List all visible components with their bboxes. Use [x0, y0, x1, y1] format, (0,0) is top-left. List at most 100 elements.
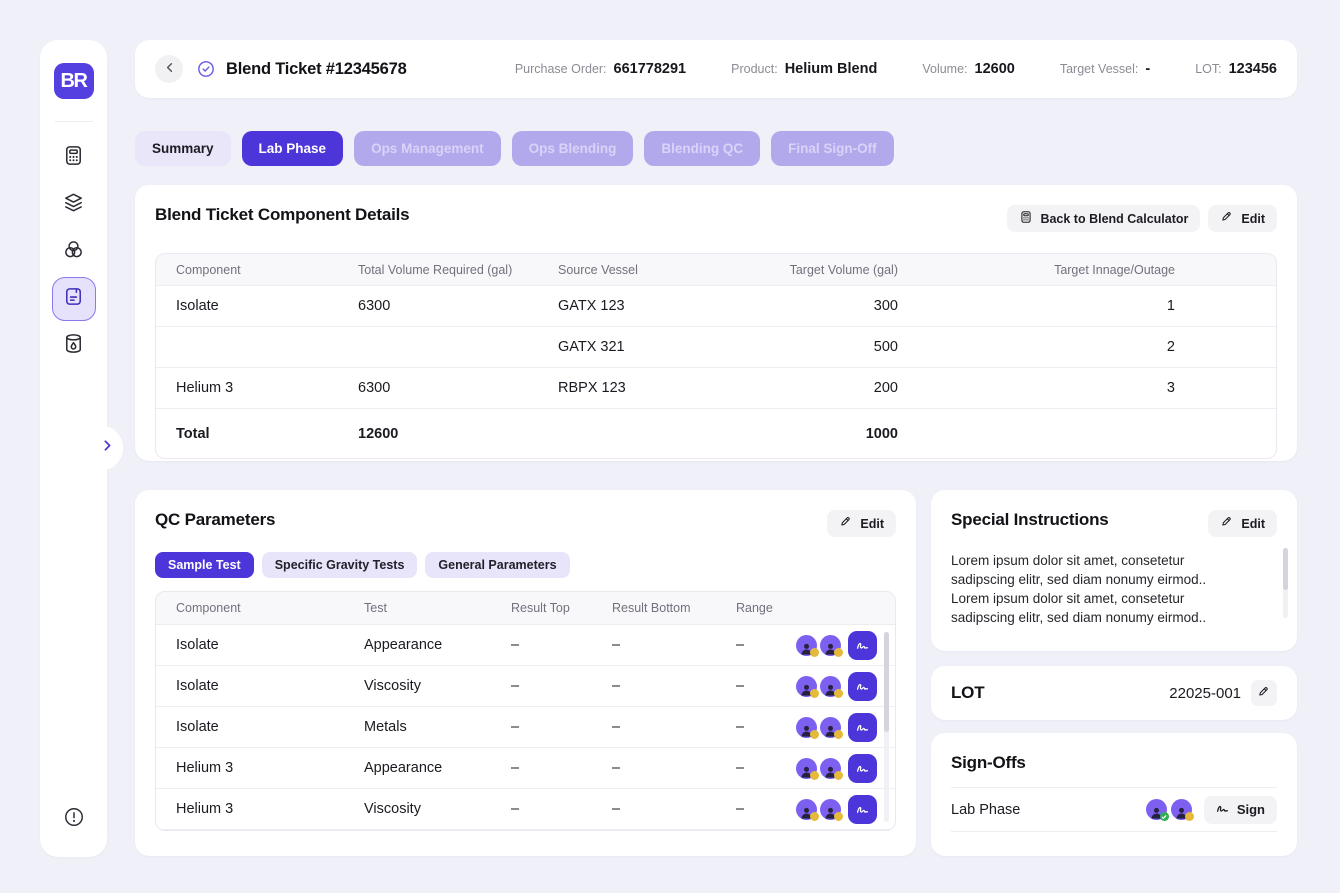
pending-badge	[834, 812, 843, 821]
avatar	[796, 635, 817, 656]
back-button[interactable]	[155, 55, 183, 83]
tab-summary[interactable]: Summary	[135, 131, 231, 166]
component-details-table: Component Total Volume Required (gal) So…	[155, 253, 1277, 459]
sign-button[interactable]	[848, 672, 877, 701]
avatar	[796, 717, 817, 738]
table-row: Helium 3 Viscosity – – –	[156, 789, 895, 830]
avatar	[796, 799, 817, 820]
qc-tab-general-parameters[interactable]: General Parameters	[425, 552, 569, 578]
table-row: Isolate Metals – – –	[156, 707, 895, 748]
special-instructions-title: Special Instructions	[951, 510, 1109, 530]
edit-pencil-icon	[1220, 210, 1234, 227]
sign-button[interactable]	[848, 713, 877, 742]
sidebar-expand-button[interactable]	[83, 426, 123, 470]
chevron-right-icon	[90, 437, 116, 459]
table-row: Helium 3 6300 RBPX 123 200 3	[156, 368, 1276, 409]
pending-badge	[810, 812, 819, 821]
table-header-row: Component Test Result Top Result Bottom …	[156, 592, 895, 625]
table-row: Isolate Appearance – – –	[156, 625, 895, 666]
avatar	[820, 799, 841, 820]
scrollbar-thumb[interactable]	[884, 632, 889, 732]
component-details-title: Blend Ticket Component Details	[155, 205, 409, 225]
avatar	[1171, 799, 1192, 820]
avatar	[1146, 799, 1167, 820]
tab-blending-qc: Blending QC	[644, 131, 760, 166]
tab-final-sign-off: Final Sign-Off	[771, 131, 894, 166]
signature-icon	[856, 802, 870, 816]
special-instructions-scrollbar[interactable]	[1283, 548, 1288, 618]
qc-edit-button[interactable]: Edit	[827, 510, 896, 537]
sidebar-item-tank[interactable]	[62, 334, 86, 358]
meta-purchase-order: Purchase Order: 661778291	[515, 61, 686, 77]
component-details-card: Blend Ticket Component Details Back to B…	[135, 185, 1297, 461]
meta-product: Product: Helium Blend	[731, 61, 877, 77]
pending-badge	[834, 730, 843, 739]
sidebar: BR	[40, 40, 107, 857]
tab-lab-phase[interactable]: Lab Phase	[242, 131, 344, 166]
avatar	[820, 758, 841, 779]
sign-button[interactable]	[848, 795, 877, 824]
alert-circle-icon	[63, 815, 85, 832]
pending-badge	[1185, 812, 1194, 821]
chevron-left-icon	[162, 60, 177, 78]
lab-phase-sign-button[interactable]: Sign	[1204, 796, 1277, 824]
pending-badge	[810, 689, 819, 698]
signature-icon	[1216, 801, 1230, 818]
signature-icon	[856, 720, 870, 734]
calculator-icon	[1019, 210, 1033, 227]
edit-pencil-icon	[1220, 515, 1234, 532]
sign-off-phase-label: Lab Phase	[951, 802, 1020, 818]
qc-test-tabs: Sample Test Specific Gravity Tests Gener…	[155, 552, 896, 578]
app-logo: BR	[54, 63, 94, 99]
sidebar-item-alerts[interactable]	[63, 806, 85, 833]
back-to-blend-calculator-button[interactable]: Back to Blend Calculator	[1007, 205, 1200, 232]
avatar	[820, 717, 841, 738]
table-row: Isolate Viscosity – – –	[156, 666, 895, 707]
lot-edit-button[interactable]	[1251, 680, 1277, 706]
sidebar-item-blends[interactable]	[62, 240, 86, 264]
pending-badge	[834, 648, 843, 657]
sign-button[interactable]	[848, 754, 877, 783]
tab-ops-management: Ops Management	[354, 131, 501, 166]
sidebar-nav	[52, 146, 96, 358]
sign-off-row: Lab Phase Sign	[951, 787, 1277, 832]
ticket-meta: Purchase Order: 661778291 Product: Heliu…	[515, 61, 1277, 77]
special-instructions-card: Special Instructions Edit Lorem ipsum do…	[931, 490, 1297, 651]
meta-lot: LOT: 123456	[1195, 61, 1277, 77]
special-instructions-text: Lorem ipsum dolor sit amet, consetetur s…	[951, 551, 1266, 627]
meta-volume: Volume: 12600	[922, 61, 1015, 77]
avatar	[796, 676, 817, 697]
avatar	[820, 635, 841, 656]
component-details-edit-button[interactable]: Edit	[1208, 205, 1277, 232]
scrollbar-thumb[interactable]	[1283, 548, 1288, 590]
avatar	[796, 758, 817, 779]
lot-value: 22025-001	[1169, 685, 1241, 702]
edit-pencil-icon	[839, 515, 853, 532]
pending-badge	[834, 689, 843, 698]
signature-icon	[856, 638, 870, 652]
pending-badge	[834, 771, 843, 780]
check-icon	[1161, 814, 1167, 820]
layers-icon	[62, 191, 85, 219]
phase-tabs: Summary Lab Phase Ops Management Ops Ble…	[135, 131, 894, 166]
qc-table: Component Test Result Top Result Bottom …	[155, 591, 896, 831]
meta-target-vessel: Target Vessel: -	[1060, 61, 1150, 77]
table-row: GATX 321 500 2	[156, 327, 1276, 368]
sign-button[interactable]	[848, 631, 877, 660]
qc-tab-sample-test[interactable]: Sample Test	[155, 552, 254, 578]
blend-ticket-icon	[62, 285, 85, 313]
sidebar-item-calculator[interactable]	[62, 146, 86, 170]
special-instructions-edit-button[interactable]: Edit	[1208, 510, 1277, 537]
qc-table-scrollbar[interactable]	[884, 632, 889, 822]
signature-icon	[856, 761, 870, 775]
tab-ops-blending: Ops Blending	[512, 131, 634, 166]
page-title: Blend Ticket #12345678	[226, 60, 407, 79]
approved-badge	[1160, 812, 1169, 821]
blend-circles-icon	[62, 238, 85, 266]
sidebar-item-blend-ticket[interactable]	[52, 277, 96, 321]
qc-tab-specific-gravity[interactable]: Specific Gravity Tests	[262, 552, 418, 578]
avatar	[820, 676, 841, 697]
pending-badge	[810, 771, 819, 780]
table-row: Helium 3 Appearance – – –	[156, 748, 895, 789]
sidebar-item-layers[interactable]	[62, 193, 86, 217]
